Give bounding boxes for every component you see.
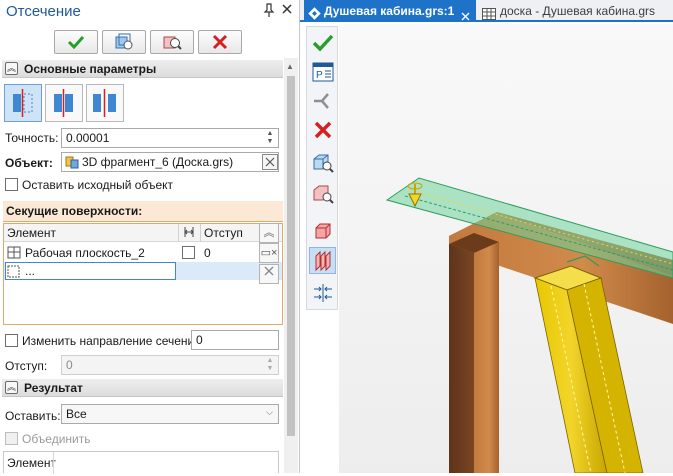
solid-cut-button[interactable]	[309, 217, 336, 244]
offset-label: Отступ:	[5, 359, 48, 373]
delete-icon	[264, 266, 274, 276]
document-tabbar: Душевая кабина.grs:1 доска - Душевая каб…	[300, 0, 673, 22]
precision-spinner[interactable]: ▲ ▼	[263, 130, 277, 146]
object-field[interactable]: 3D фрагмент_6 (Доска.grs)	[61, 152, 279, 172]
3d-scene	[385, 177, 673, 474]
plane-icon	[7, 246, 21, 262]
leave-select[interactable]: Все ⌵	[61, 404, 279, 424]
collapse-icon[interactable]: ︽	[5, 62, 18, 75]
tab-shower-cabin[interactable]: Душевая кабина.grs:1	[304, 0, 476, 22]
table-row[interactable]: ...	[4, 262, 282, 280]
row-checkbox[interactable]	[182, 246, 195, 259]
cut-right-icon	[54, 89, 73, 117]
reverse-direction-label: Изменить направление сечения:	[22, 334, 205, 348]
offset-spinner[interactable]: ▲ ▼	[263, 357, 277, 373]
svg-text:P: P	[316, 70, 323, 81]
section-planes-button[interactable]	[309, 247, 336, 274]
reverse-direction-checkbox[interactable]	[5, 334, 18, 347]
object-label: Объект:	[5, 156, 53, 170]
cut-mode-left-button[interactable]	[4, 84, 42, 122]
precision-label: Точность:	[5, 131, 59, 145]
red-cube-icon	[315, 223, 330, 238]
cutting-surfaces-table: Элемент Отступ Рабочая плоскость_2 0 ...	[3, 223, 283, 325]
cut-mode-right-button[interactable]	[45, 84, 83, 122]
checkmark-icon	[67, 35, 85, 49]
clear-object-button[interactable]	[262, 154, 278, 170]
document-3d-icon	[308, 5, 321, 27]
cancel-icon	[314, 121, 331, 138]
cut-both-icon	[93, 89, 116, 117]
cutting-surfaces-header: Секущие поверхности:	[3, 201, 283, 222]
symmetry-arrows-icon	[313, 283, 332, 302]
keep-original-checkbox[interactable]	[5, 178, 18, 191]
close-icon[interactable]	[280, 3, 294, 19]
preview-button[interactable]	[102, 30, 146, 54]
pin-icon[interactable]	[262, 3, 276, 19]
empty-plane-icon	[7, 265, 20, 281]
3d-viewport[interactable]	[339, 24, 673, 474]
leave-label: Оставить:	[5, 409, 61, 423]
section-main-params[interactable]: ︽ Основные параметры	[2, 60, 283, 78]
parameters-window-icon: P	[312, 62, 333, 81]
split-button[interactable]	[309, 87, 336, 114]
fragment-icon	[65, 155, 79, 171]
checkmark-icon	[312, 34, 333, 52]
cancel-operation-button[interactable]	[309, 116, 336, 143]
remove-row-button[interactable]: ▭×	[259, 243, 279, 263]
result-element-table: Элемент	[3, 451, 279, 474]
chevron-down-icon: ⌵	[266, 407, 273, 417]
clear-icon	[265, 157, 275, 167]
preview-icon	[115, 33, 133, 50]
zoom-button[interactable]	[150, 30, 194, 54]
left-post-front[interactable]	[449, 244, 474, 473]
offset-input[interactable]: 0	[61, 355, 279, 375]
preview-icon	[313, 154, 334, 173]
keep-original-label: Оставить исходный объект	[22, 178, 174, 192]
collapse-icon[interactable]: ︽	[5, 381, 18, 394]
table-row[interactable]: Рабочая плоскость_2 0	[4, 243, 282, 262]
cut-left-icon	[13, 89, 33, 117]
precision-input[interactable]: 0.00001	[61, 128, 279, 148]
parameters-button[interactable]: P	[309, 58, 336, 85]
reverse-direction-input[interactable]: 0	[191, 330, 279, 350]
cut-mode-both-button[interactable]	[86, 84, 124, 122]
cancel-button[interactable]	[198, 30, 242, 54]
delete-button[interactable]	[259, 264, 279, 284]
left-post-right[interactable]	[474, 242, 499, 473]
cut-panel: Отсечение ︽ Основные параметры Точность:…	[0, 0, 300, 474]
preview-mode-button[interactable]	[309, 149, 336, 176]
col-offset: Отступ	[204, 226, 243, 240]
panel-title: Отсечение	[6, 3, 81, 20]
apply-button[interactable]	[309, 29, 336, 56]
section-result[interactable]: ︽ Результат	[2, 379, 283, 397]
ok-button[interactable]	[54, 30, 98, 54]
scroll-thumb[interactable]	[287, 76, 295, 436]
symmetric-button[interactable]	[309, 279, 336, 306]
scroll-up-icon[interactable]: ▲	[286, 62, 294, 71]
section-planes-icon	[315, 250, 330, 271]
merge-label: Объединить	[22, 432, 91, 446]
vertical-toolbar: P	[306, 26, 338, 310]
table-header: Элемент Отступ	[4, 224, 282, 242]
move-up-button[interactable]: ︽	[259, 223, 279, 243]
branch-icon	[313, 92, 329, 109]
merge-checkbox[interactable]	[5, 432, 18, 445]
offset-column-icon	[183, 226, 195, 241]
col-element: Элемент	[7, 226, 56, 240]
cancel-icon	[212, 34, 228, 50]
zoom-icon	[163, 36, 182, 50]
tab-board-drawing[interactable]: доска - Душевая кабина.grs	[480, 0, 670, 22]
zoom-icon	[313, 185, 334, 204]
zoom-mode-button[interactable]	[309, 180, 336, 207]
